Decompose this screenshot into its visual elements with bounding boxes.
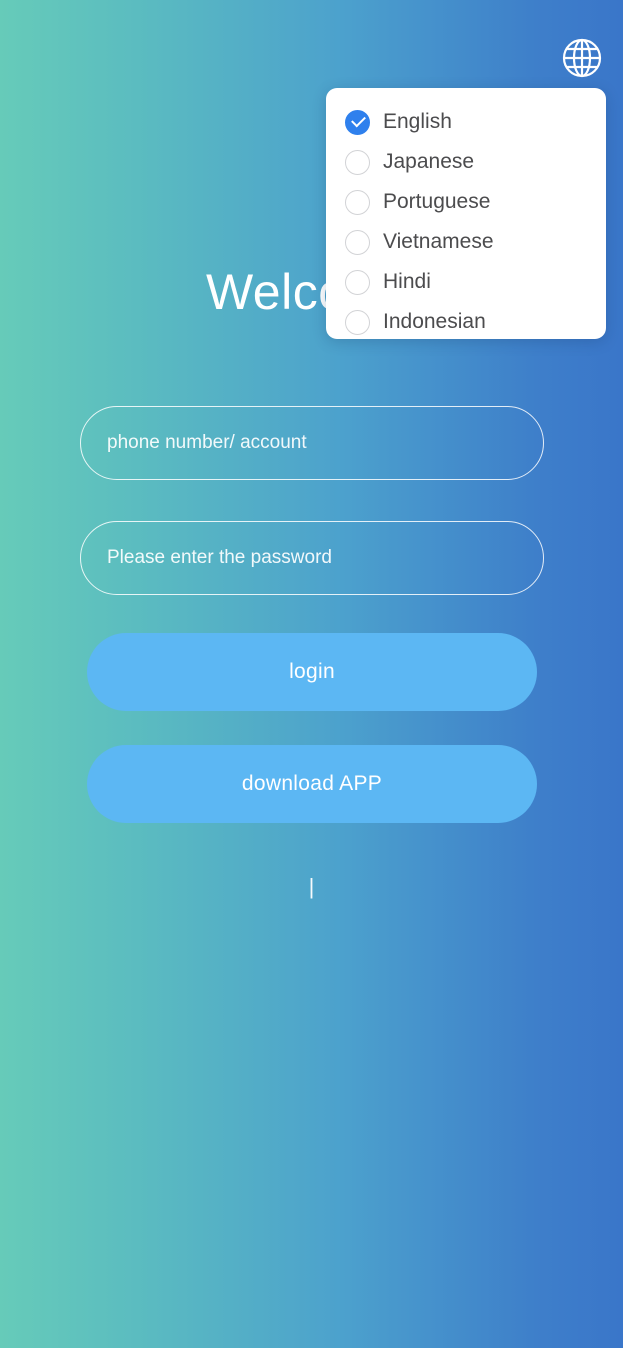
- radio-unchecked-icon: [345, 189, 370, 215]
- footer-divider: |: [308, 874, 315, 899]
- language-option-hindi[interactable]: Hindi: [326, 262, 606, 302]
- language-option-english[interactable]: English: [326, 102, 606, 142]
- language-list: English Japanese Portuguese Vietnamese H…: [326, 88, 606, 339]
- language-option-label: Hindi: [383, 270, 431, 293]
- login-screen: Welcome login download APP | English Jap…: [0, 0, 623, 1348]
- language-option-label: Portuguese: [383, 190, 491, 213]
- language-option-label: English: [383, 110, 452, 133]
- download-app-button[interactable]: download APP: [87, 745, 537, 823]
- radio-checked-icon: [345, 109, 370, 135]
- password-input[interactable]: [80, 521, 544, 595]
- account-input[interactable]: [80, 406, 544, 480]
- language-option-indonesian[interactable]: Indonesian: [326, 302, 606, 339]
- language-option-label: Indonesian: [383, 310, 486, 333]
- radio-unchecked-icon: [345, 309, 370, 335]
- radio-unchecked-icon: [345, 229, 370, 255]
- language-option-portuguese[interactable]: Portuguese: [326, 182, 606, 222]
- language-option-label: Japanese: [383, 150, 475, 173]
- radio-unchecked-icon: [345, 269, 370, 295]
- language-option-vietnamese[interactable]: Vietnamese: [326, 222, 606, 262]
- radio-unchecked-icon: [345, 149, 370, 175]
- language-option-label: Vietnamese: [383, 230, 494, 253]
- globe-icon[interactable]: [558, 34, 606, 82]
- login-button[interactable]: login: [87, 633, 537, 711]
- language-dropdown[interactable]: English Japanese Portuguese Vietnamese H…: [326, 88, 606, 339]
- language-option-japanese[interactable]: Japanese: [326, 142, 606, 182]
